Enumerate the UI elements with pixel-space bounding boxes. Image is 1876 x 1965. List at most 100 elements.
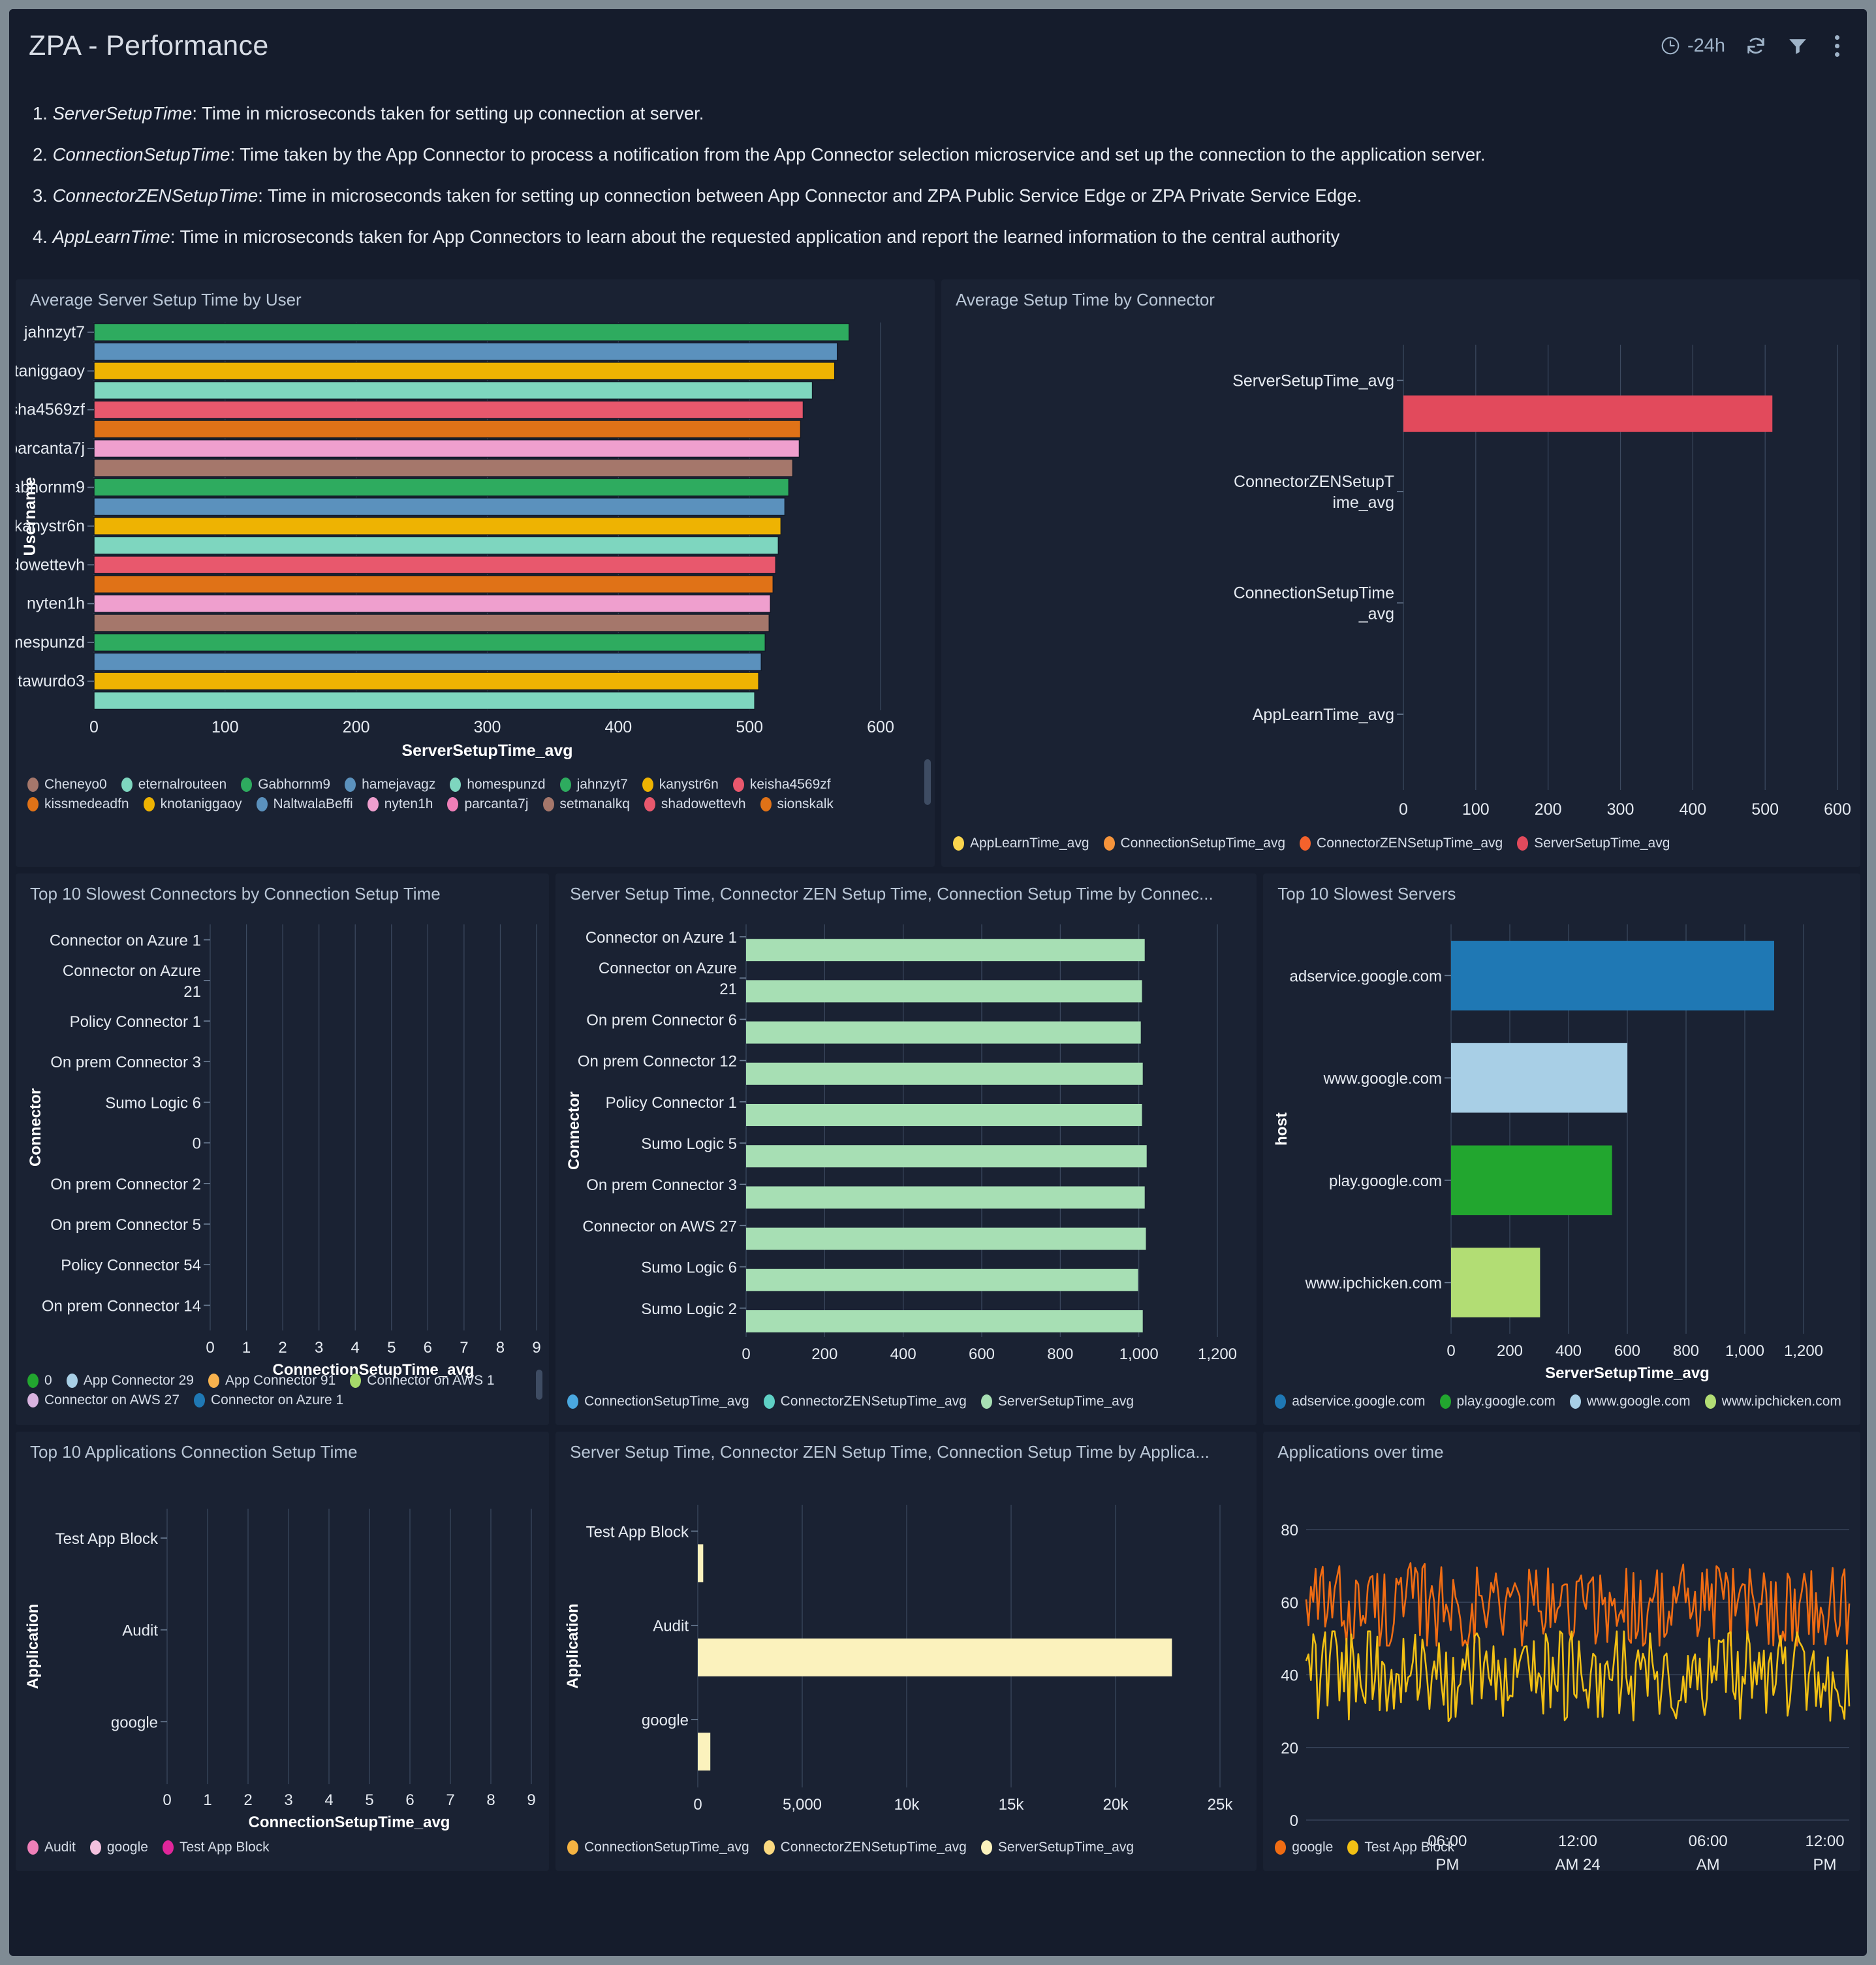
bar[interactable]	[93, 556, 777, 574]
bar[interactable]	[93, 420, 802, 439]
svg-text:0: 0	[1447, 1342, 1456, 1360]
bar[interactable]	[93, 594, 772, 613]
bar[interactable]	[746, 980, 1142, 1003]
legend-item[interactable]: Gabhornm9	[241, 777, 330, 793]
svg-text:200: 200	[343, 718, 370, 736]
bar[interactable]	[746, 1227, 1146, 1250]
legend-item[interactable]: ConnectionSetupTime_avg	[567, 1394, 749, 1409]
bar[interactable]	[93, 478, 790, 497]
legend-item[interactable]: NaltwalaBeffi	[256, 796, 353, 812]
bar[interactable]	[93, 614, 770, 633]
bar[interactable]	[746, 1186, 1145, 1209]
bar[interactable]	[746, 1062, 1143, 1085]
legend-item[interactable]: eternalrouteen	[121, 777, 227, 793]
svg-text:On prem Connector 12: On prem Connector 12	[578, 1053, 737, 1071]
bar[interactable]	[93, 536, 779, 555]
bar[interactable]	[746, 939, 1145, 962]
legend-item[interactable]: Connector on Azure 1	[194, 1392, 343, 1408]
legend-item[interactable]: www.ipchicken.com	[1704, 1394, 1841, 1409]
bar[interactable]	[746, 1021, 1141, 1044]
svg-text:0: 0	[742, 1345, 750, 1363]
legend-label: App Connector 91	[225, 1373, 336, 1388]
legend-item[interactable]: App Connector 91	[208, 1373, 336, 1389]
legend-item[interactable]: 0	[27, 1373, 52, 1389]
filter-icon[interactable]	[1787, 35, 1809, 57]
bar[interactable]	[93, 497, 786, 516]
legend-item[interactable]: jahnzyt7	[559, 777, 628, 793]
bar[interactable]	[1451, 941, 1775, 1011]
legend-label: Cheneyo0	[44, 777, 107, 792]
legend-item[interactable]: nyten1h	[367, 796, 433, 812]
legend-item[interactable]: homespunzd	[450, 777, 546, 793]
legend-color-dot	[450, 778, 461, 792]
legend-scrollbar[interactable]	[924, 759, 931, 805]
legend-label: nyten1h	[384, 796, 433, 811]
legend-item[interactable]: Connector on AWS 27	[27, 1392, 180, 1408]
legend-item[interactable]: play.google.com	[1439, 1394, 1556, 1409]
bar[interactable]	[746, 1145, 1147, 1168]
legend-item[interactable]: AppLearnTime_avg	[953, 836, 1089, 851]
line-series[interactable]	[1305, 1562, 1851, 1647]
legend-item[interactable]: knotaniggaoy	[143, 796, 242, 812]
legend-item[interactable]: ConnectorZENSetupTime_avg	[763, 1840, 967, 1855]
legend-item[interactable]: ServerSetupTime_avg	[1517, 836, 1670, 851]
bar[interactable]	[93, 652, 762, 671]
legend-item[interactable]: App Connector 29	[66, 1373, 194, 1389]
bar[interactable]	[1451, 1043, 1628, 1113]
legend-item[interactable]: Audit	[27, 1840, 76, 1855]
legend-item[interactable]: ServerSetupTime_avg	[980, 1394, 1134, 1409]
refresh-icon[interactable]	[1745, 35, 1767, 57]
legend-item[interactable]: google	[89, 1840, 148, 1855]
legend-item[interactable]: Test App Block	[1347, 1840, 1454, 1855]
legend-item[interactable]: ConnectionSetupTime_avg	[567, 1840, 749, 1855]
legend-item[interactable]: www.google.com	[1569, 1394, 1691, 1409]
legend-item[interactable]: hamejavagz	[345, 777, 435, 793]
more-options-icon[interactable]	[1828, 33, 1846, 59]
bar[interactable]	[93, 342, 838, 361]
bar[interactable]	[746, 1310, 1143, 1332]
legend-item[interactable]: ConnectionSetupTime_avg	[1103, 836, 1285, 851]
bar[interactable]	[93, 691, 755, 710]
bar[interactable]	[93, 633, 766, 652]
legend-item[interactable]: setmanalkq	[542, 796, 630, 812]
bar[interactable]	[93, 400, 804, 419]
legend-item[interactable]: ConnectorZENSetupTime_avg	[1300, 836, 1503, 851]
svg-text:200: 200	[1535, 800, 1562, 819]
bar[interactable]	[93, 439, 800, 458]
bar[interactable]	[698, 1733, 711, 1771]
legend-item[interactable]: keisha4569zf	[732, 777, 831, 793]
line-series[interactable]	[1305, 1630, 1851, 1722]
bar[interactable]	[93, 574, 774, 594]
bar[interactable]	[93, 458, 794, 477]
legend-item[interactable]: google	[1275, 1840, 1333, 1855]
legend-item[interactable]: sionskalk	[760, 796, 834, 812]
bar[interactable]	[698, 1638, 1172, 1676]
legend-item[interactable]: shadowettevh	[644, 796, 746, 812]
legend-item[interactable]: kanystr6n	[642, 777, 719, 793]
legend-item[interactable]: kissmedeadfn	[27, 796, 129, 812]
legend-item[interactable]: Cheneyo0	[27, 777, 107, 793]
legend-scrollbar[interactable]	[536, 1370, 543, 1400]
svg-text:2: 2	[243, 1791, 252, 1809]
svg-text:parcanta7j: parcanta7j	[16, 439, 85, 458]
bar[interactable]	[93, 322, 850, 341]
time-range-picker[interactable]: -24h	[1660, 35, 1725, 57]
bar[interactable]	[93, 362, 836, 381]
bar[interactable]	[698, 1544, 704, 1582]
bar[interactable]	[93, 381, 813, 400]
bar[interactable]	[93, 516, 782, 535]
legend-item[interactable]: Test App Block	[162, 1840, 270, 1855]
bar[interactable]	[1451, 1248, 1540, 1317]
bar[interactable]	[746, 1268, 1138, 1291]
legend-item[interactable]: parcanta7j	[447, 796, 529, 812]
legend-item[interactable]: ServerSetupTime_avg	[980, 1840, 1134, 1855]
bar[interactable]	[1451, 1145, 1612, 1216]
legend-item[interactable]: adservice.google.com	[1275, 1394, 1426, 1409]
legend-item[interactable]: ConnectorZENSetupTime_avg	[763, 1394, 967, 1409]
bar[interactable]	[1403, 395, 1773, 432]
legend-item[interactable]: Connector on AWS 1	[350, 1373, 495, 1389]
dashboard-row-1: Average Server Setup Time by User 0 100 20…	[9, 279, 1867, 873]
bar[interactable]	[93, 672, 759, 691]
bar[interactable]	[746, 1103, 1142, 1126]
dashboard-row-2: Top 10 Slowest Connectors by Connection …	[9, 873, 1867, 1432]
